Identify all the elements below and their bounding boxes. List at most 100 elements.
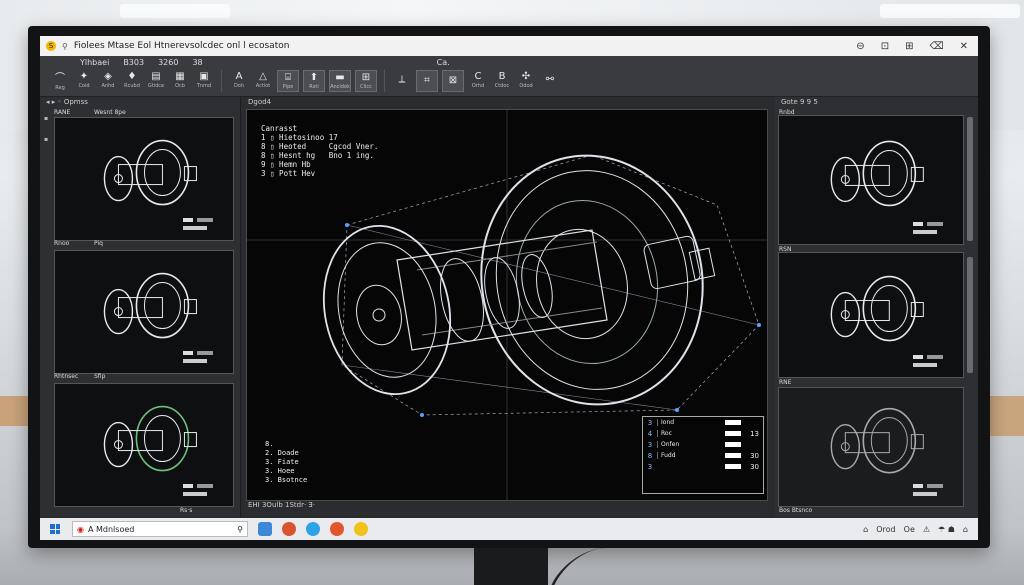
fx-icon: ✣	[521, 71, 531, 82]
tool-curve-button[interactable]: C Orhd	[468, 70, 488, 90]
settings-icon[interactable]: ⌫	[929, 41, 943, 52]
view-thumbnail[interactable]	[54, 117, 234, 241]
tab-3[interactable]: 3260	[158, 58, 178, 67]
tray-item[interactable]: Oe	[904, 525, 915, 534]
bom-row: 3 30	[647, 462, 759, 471]
tool-ruler-button[interactable]: ⌸ Plpe	[277, 70, 299, 92]
tab-5[interactable]: Ca.	[437, 58, 450, 67]
tool-pointer-button[interactable]: ✦ Coid	[74, 70, 94, 90]
tool-fx-button[interactable]: ✣ Odod	[516, 70, 536, 90]
mini-label-bar	[913, 230, 937, 234]
mini-shaft-end	[910, 302, 924, 318]
taskbar-app-mail-icon[interactable]	[306, 522, 320, 536]
thumb-label: Rnoo	[54, 240, 70, 247]
taskbar-app-explorer-icon[interactable]	[258, 522, 272, 536]
tool-angle-button[interactable]: ⌒ Reg	[50, 70, 70, 91]
arrow-up-icon: ⬆	[309, 72, 319, 83]
tool-triangle-button[interactable]: △ Actiot	[253, 70, 273, 90]
angle-icon: ⌒	[55, 73, 65, 84]
mini-label-bar	[927, 355, 943, 359]
tray-item[interactable]: Orod	[876, 525, 895, 534]
tool-ink-drop-button[interactable]: ♦ Rcubd	[122, 70, 142, 90]
right-view-panel: Gote 9 9 5 Rnbd RSN RNE Bos Btsnco	[775, 97, 978, 517]
snap-point[interactable]	[345, 223, 349, 227]
tray-up-icon[interactable]: ⌂	[863, 525, 868, 534]
snap-point[interactable]	[420, 413, 424, 417]
tool-snap-button[interactable]: ⌗	[416, 70, 438, 92]
minimize-icon[interactable]: ⊖	[856, 41, 864, 52]
tool-table-button[interactable]: ▤ Gtidce	[146, 70, 166, 90]
tab-4[interactable]: 38	[192, 58, 202, 67]
frame-icon: ▣	[199, 71, 209, 82]
mini-label-bar	[183, 492, 207, 496]
mini-label-bar	[913, 363, 937, 367]
mini-label-bar	[183, 359, 207, 363]
taskbar-app-record-icon[interactable]	[330, 522, 344, 536]
curve-icon: C	[474, 71, 482, 82]
view-thumbnail[interactable]	[778, 115, 964, 245]
tool-crop-button[interactable]: ⊠	[442, 70, 464, 92]
layers-icon: ⊞	[361, 72, 371, 83]
background-desk	[984, 396, 1024, 436]
view-thumbnail[interactable]	[54, 383, 234, 507]
tab-home[interactable]: Ylhbaei	[80, 58, 109, 67]
tool-frame-button[interactable]: ▣ Tnmd	[194, 70, 214, 90]
magnifier-icon[interactable]: ⚲	[237, 525, 243, 534]
tool-label: Ocb	[175, 83, 185, 89]
viewport-tab[interactable]: Dgod4	[248, 98, 271, 106]
tool-layers-button[interactable]: ⊞ Clicc	[355, 70, 377, 92]
monitor-stand	[474, 548, 548, 585]
pin-icon[interactable]: ⚲	[62, 42, 68, 51]
view-icon[interactable]: ▪	[44, 115, 52, 122]
tool-label: Odod	[519, 83, 533, 89]
view-thumbnail[interactable]	[54, 250, 234, 374]
tool-arrow-up-button[interactable]: ⬆ Rsti	[303, 70, 325, 92]
cad-canvas[interactable]: Canrasst 1 ▯ Hietosinoo 17 8 ▯ Heoted Cgco…	[246, 109, 768, 501]
tool-link-button[interactable]: ⚯	[540, 70, 560, 90]
close-icon[interactable]: ✕	[960, 41, 968, 52]
app-icon[interactable]: S	[46, 41, 56, 51]
tool-grid-button[interactable]: ▦ Ocb	[170, 70, 190, 90]
mini-label-bar	[183, 218, 193, 222]
left-side-icons: ▪ ▪	[44, 115, 52, 143]
measure-icon: ⟂	[398, 74, 406, 85]
snap-point[interactable]	[757, 323, 761, 327]
system-tray: ⌂ Orod Oe ⚠ ☂ ☗ ⌂	[863, 525, 978, 534]
tab-2[interactable]: B303	[123, 58, 144, 67]
brace-icon: B	[498, 71, 506, 82]
thumb-caption: Wesnt 8pe	[94, 109, 126, 116]
view-icon[interactable]: ▪	[44, 136, 52, 143]
scrollbar[interactable]	[967, 117, 973, 241]
shaft	[396, 229, 608, 351]
tool-measure-button[interactable]: ⟂	[392, 70, 412, 90]
maximize-icon[interactable]: ⊞	[905, 41, 913, 52]
view-thumbnail[interactable]	[778, 252, 964, 378]
parts-item: 3. Bsotnce	[265, 476, 308, 484]
tile-icon[interactable]: ⊡	[881, 41, 889, 52]
scrollbar[interactable]	[967, 257, 973, 373]
start-button[interactable]	[50, 524, 60, 534]
tool-brace-button[interactable]: B Ctdoc	[492, 70, 512, 90]
tool-fill-button[interactable]: ◈ Anhd	[98, 70, 118, 90]
taskbar-search[interactable]: ◉ A Mdnlsoed ⚲	[72, 521, 248, 537]
tool-label: Coid	[78, 83, 90, 89]
parts-item: 8.	[265, 440, 274, 448]
tool-print-button[interactable]: ▬ Ancidok	[329, 70, 351, 92]
tool-text-button[interactable]: A Doh	[229, 70, 249, 90]
snap-point[interactable]	[675, 408, 679, 412]
tool-label: Rcubd	[124, 83, 140, 89]
warning-icon[interactable]: ⚠	[923, 525, 930, 534]
taskbar-app-browser-icon[interactable]	[282, 522, 296, 536]
viewport-status: EHI 3Oulb 1Stdr· Ǝ·	[248, 501, 316, 509]
tool-label: Rsti	[309, 84, 319, 90]
tool-label: Orhd	[471, 83, 485, 89]
taskbar-app-chat-icon[interactable]	[354, 522, 368, 536]
bom-table: 3 Iond 4 Roc 13 3 Onfen 8 Fudd 30 3 30	[642, 416, 764, 494]
tray-item[interactable]: ☂ ☗	[938, 525, 955, 534]
mini-shaft	[117, 164, 163, 186]
arrow-icon[interactable]: ◂ ▸ ◦	[46, 98, 64, 106]
view-thumbnail[interactable]	[778, 387, 964, 507]
notification-icon[interactable]: ⌂	[963, 525, 968, 534]
mini-shaft	[844, 164, 890, 186]
table-icon: ▤	[151, 71, 161, 82]
